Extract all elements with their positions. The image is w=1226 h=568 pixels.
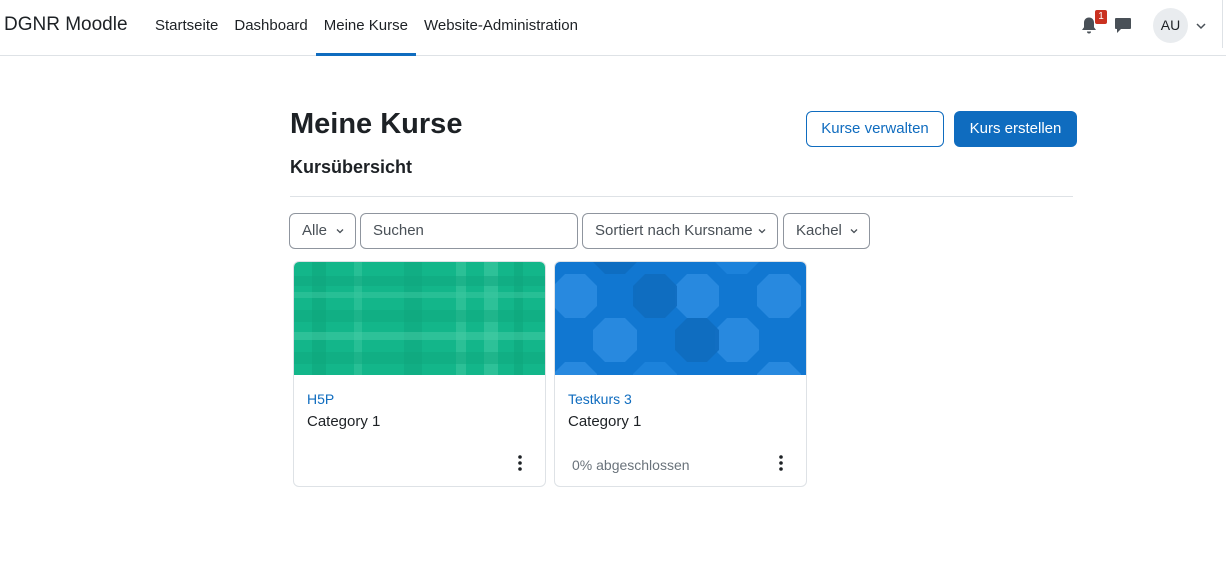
chat-icon[interactable] (1114, 16, 1132, 34)
course-progress-text: 0% abgeschlossen (572, 457, 690, 473)
chevron-down-icon (758, 229, 766, 234)
nav-item-meine-kurse[interactable]: Meine Kurse (315, 0, 417, 56)
nav-item-dashboard[interactable]: Dashboard (226, 0, 315, 56)
nav-item-website-administration[interactable]: Website-Administration (416, 0, 586, 56)
course-category: Category 1 (307, 413, 381, 430)
grouping-dropdown[interactable]: Alle (289, 213, 356, 249)
top-navbar: DGNR Moodle Startseite Dashboard Meine K… (0, 0, 1226, 56)
notification-count-badge: 1 (1095, 10, 1107, 24)
course-name-link[interactable]: Testkurs 3 (568, 391, 632, 407)
manage-courses-button[interactable]: Kurse verwalten (806, 111, 944, 147)
course-search-input[interactable]: Suchen (360, 213, 578, 249)
course-overview-heading: Kursübersicht (290, 157, 413, 177)
chevron-down-icon[interactable] (1195, 20, 1207, 32)
create-course-button[interactable]: Kurs erstellen (954, 111, 1077, 147)
course-image[interactable] (294, 262, 546, 375)
view-dropdown[interactable]: Kachel (783, 213, 870, 249)
course-card: Testkurs 3 Category 1 0% abgeschlossen (554, 261, 807, 487)
site-brand[interactable]: DGNR Moodle (4, 14, 128, 36)
grouping-dropdown-label: Alle (302, 222, 328, 239)
course-name-link[interactable]: H5P (307, 391, 334, 407)
sort-dropdown[interactable]: Sortiert nach Kursname (582, 213, 778, 249)
chevron-down-icon (336, 229, 344, 234)
sort-dropdown-label: Sortiert nach Kursname (595, 222, 753, 239)
primary-navigation: Startseite Dashboard Meine Kurse Website… (147, 0, 586, 56)
navbar-edge-divider (1222, 0, 1223, 48)
more-actions-icon[interactable] (777, 454, 785, 472)
section-divider (290, 196, 1073, 197)
chevron-down-icon (850, 229, 858, 234)
more-actions-icon[interactable] (516, 454, 524, 472)
course-category: Category 1 (568, 413, 642, 430)
view-dropdown-label: Kachel (796, 222, 842, 239)
user-avatar[interactable]: AU (1153, 8, 1188, 43)
page-title: Meine Kurse (290, 108, 463, 140)
course-card: H5P Category 1 (293, 261, 546, 487)
nav-item-startseite[interactable]: Startseite (147, 0, 226, 56)
course-image[interactable] (555, 262, 807, 375)
